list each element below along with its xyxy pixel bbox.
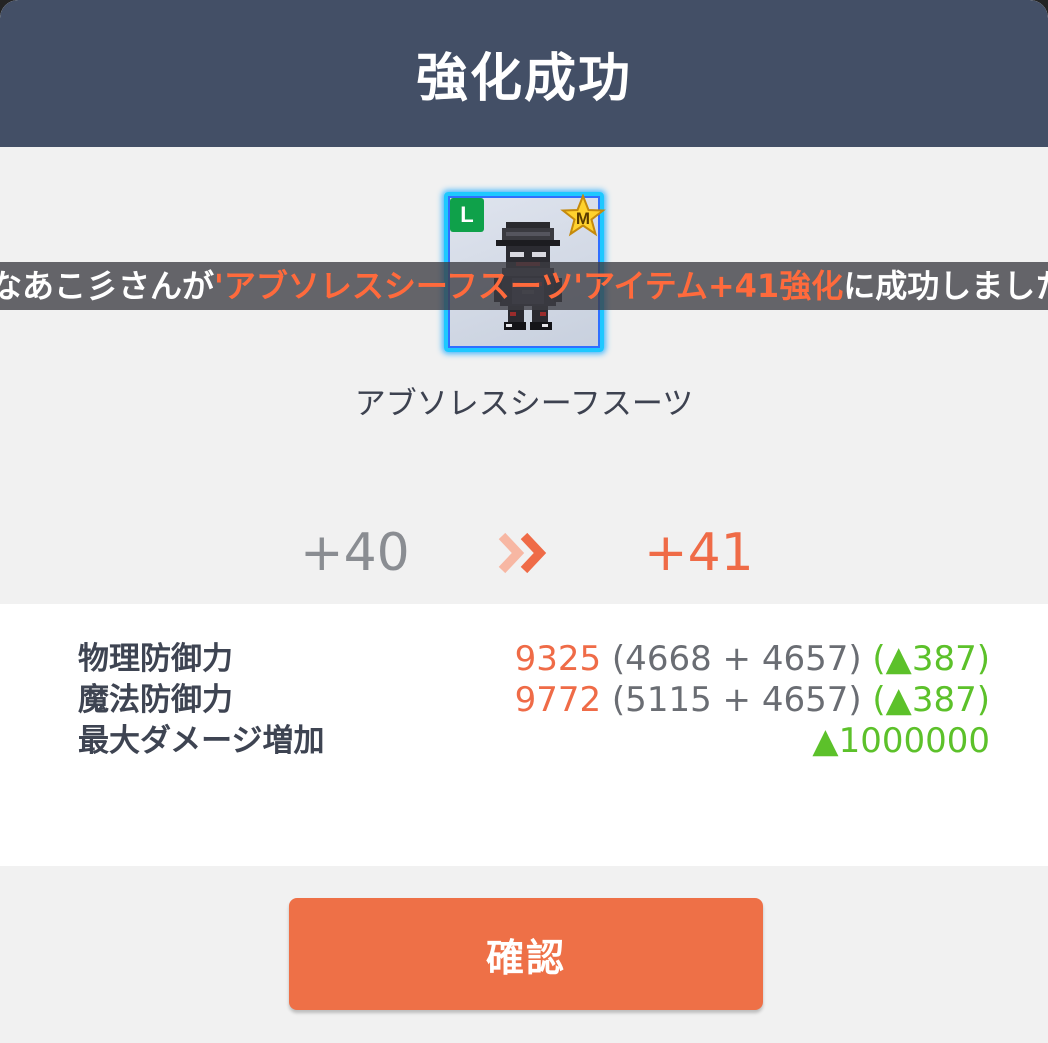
stat-gain: ▲1000000 — [812, 721, 990, 761]
announcement-text: なあこ彡さんが'アブソレスシーフスーツ'アイテム+41強化に成功しました — [0, 262, 1048, 310]
announcement-suffix: に成功しました — [843, 267, 1048, 305]
stat-row-max-damage: 最大ダメージ増加 ▲1000000 — [78, 720, 990, 762]
stat-gain: (▲387) — [872, 639, 990, 679]
stat-detail: (4668 + 4657) — [601, 639, 873, 679]
confirm-button-label: 確認 — [485, 935, 566, 980]
announcement-prefix: なあこ彡さんが — [0, 267, 215, 305]
stat-value: 9772 (5115 + 4657) (▲387) — [515, 679, 990, 721]
stat-value: 9325 (4668 + 4657) (▲387) — [515, 638, 990, 680]
item-name: アブソレスシーフスーツ — [354, 386, 694, 422]
star-badge-icon: M — [560, 194, 606, 240]
stat-value: ▲1000000 — [812, 720, 990, 762]
confirm-button[interactable]: 確認 — [289, 898, 763, 1010]
stat-label: 物理防御力 — [78, 641, 233, 677]
double-chevron-right-icon — [498, 532, 554, 574]
stat-row-magic-defense: 魔法防御力 9772 (5115 + 4657) (▲387) — [78, 679, 990, 721]
dialog-title: 強化成功 — [415, 49, 632, 109]
grade-badge: L — [450, 198, 484, 232]
app-frame: 強化成功 L M なあこ彡さんが'アブソレスシーフスーツ'アイテム+41強化に成… — [0, 0, 1048, 1043]
stat-total: 9325 — [514, 639, 602, 679]
announcement-highlight: 'アブソレスシーフスーツ'アイテム+41強化 — [214, 267, 844, 305]
stat-detail: (5115 + 4657) — [601, 680, 873, 720]
stat-gain: (▲387) — [872, 680, 990, 720]
stat-changes-panel: 物理防御力 9325 (4668 + 4657) (▲387) 魔法防御力 97… — [0, 604, 1048, 866]
level-before: +40 — [300, 523, 410, 583]
star-badge-label: M — [576, 209, 590, 228]
stat-label: 魔法防御力 — [78, 682, 233, 718]
level-after: +41 — [644, 523, 754, 583]
enhancement-result-dialog: 強化成功 L M なあこ彡さんが'アブソレスシーフスーツ'アイテム+41強化に成… — [0, 0, 1048, 1043]
stat-label: 最大ダメージ増加 — [78, 723, 325, 759]
stat-row-physical-defense: 物理防御力 9325 (4668 + 4657) (▲387) — [78, 638, 990, 680]
stat-total: 9772 — [514, 680, 602, 720]
dialog-header: 強化成功 — [0, 0, 1048, 147]
announcement-ticker: なあこ彡さんが'アブソレスシーフスーツ'アイテム+41強化に成功しました — [0, 262, 1048, 310]
enhancement-level-row: +40 +41 — [0, 518, 1048, 588]
